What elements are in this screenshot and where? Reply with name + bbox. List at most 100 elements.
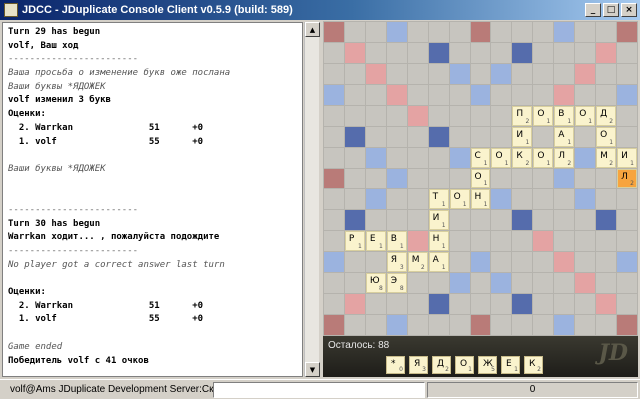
board-cell[interactable] (512, 42, 533, 63)
board-cell[interactable] (428, 63, 449, 84)
board-tile[interactable]: А1 (428, 252, 449, 273)
board-cell[interactable] (617, 294, 637, 315)
board-cell[interactable] (407, 273, 428, 294)
board-tile[interactable]: О1 (449, 189, 470, 210)
board-cell[interactable] (596, 189, 617, 210)
board-cell[interactable] (344, 22, 365, 42)
rack-tile[interactable]: О1 (455, 356, 474, 374)
board-cell[interactable] (344, 294, 365, 315)
board-tile[interactable]: Е1 (365, 231, 386, 252)
board-cell[interactable] (407, 189, 428, 210)
board-cell[interactable] (512, 168, 533, 189)
board-cell[interactable] (407, 294, 428, 315)
board-cell[interactable] (491, 273, 512, 294)
board-cell[interactable] (386, 189, 407, 210)
board-cell[interactable] (512, 189, 533, 210)
board-tile[interactable]: О1 (470, 168, 491, 189)
board-cell[interactable] (407, 105, 428, 126)
board-cell[interactable] (596, 84, 617, 105)
board-cell[interactable] (428, 315, 449, 335)
board-cell[interactable] (344, 63, 365, 84)
board-cell[interactable] (617, 126, 637, 147)
board-cell[interactable] (554, 22, 575, 42)
board-cell[interactable] (512, 84, 533, 105)
board-cell[interactable] (554, 168, 575, 189)
board-cell[interactable] (512, 63, 533, 84)
board-cell[interactable] (428, 105, 449, 126)
board-tile[interactable]: О1 (491, 147, 512, 168)
board-cell[interactable] (554, 315, 575, 335)
board-cell[interactable] (554, 273, 575, 294)
board-cell[interactable] (617, 231, 637, 252)
board-cell[interactable] (533, 294, 554, 315)
board-cell[interactable] (575, 294, 596, 315)
board-cell[interactable] (596, 168, 617, 189)
board-cell[interactable] (617, 273, 637, 294)
board-cell[interactable] (512, 210, 533, 231)
board-tile[interactable]: И1 (617, 147, 637, 168)
board-cell[interactable] (386, 294, 407, 315)
board-cell[interactable] (428, 22, 449, 42)
board-tile[interactable]: Я3 (386, 252, 407, 273)
board-cell[interactable] (449, 84, 470, 105)
board-cell[interactable] (575, 126, 596, 147)
board-cell[interactable] (407, 126, 428, 147)
board-tile[interactable]: О1 (575, 105, 596, 126)
board-cell[interactable] (386, 42, 407, 63)
board-cell[interactable] (617, 22, 637, 42)
board-cell[interactable] (596, 294, 617, 315)
board-cell[interactable] (575, 147, 596, 168)
board-cell[interactable] (533, 273, 554, 294)
board-cell[interactable] (470, 231, 491, 252)
board-cell[interactable] (324, 126, 344, 147)
board-cell[interactable] (617, 63, 637, 84)
board-cell[interactable] (386, 315, 407, 335)
board-cell[interactable] (491, 315, 512, 335)
rack-tile[interactable]: Ж5 (478, 356, 497, 374)
board-tile[interactable]: В1 (386, 231, 407, 252)
board-cell[interactable] (470, 315, 491, 335)
console-scrollbar[interactable]: ▲ ▼ (304, 22, 320, 377)
board-tile[interactable]: Д2 (596, 105, 617, 126)
board-cell[interactable] (470, 252, 491, 273)
board-tile[interactable]: С1 (470, 147, 491, 168)
board-cell[interactable] (491, 126, 512, 147)
board-tile[interactable]: Н1 (470, 189, 491, 210)
board-cell[interactable] (554, 210, 575, 231)
board-cell[interactable] (575, 22, 596, 42)
board-cell[interactable] (554, 63, 575, 84)
board-cell[interactable] (491, 22, 512, 42)
board-cell[interactable] (533, 126, 554, 147)
board-cell[interactable] (365, 294, 386, 315)
board-cell[interactable] (533, 168, 554, 189)
board-cell[interactable] (365, 63, 386, 84)
board-cell[interactable] (449, 315, 470, 335)
board-cell[interactable] (575, 168, 596, 189)
board-cell[interactable] (470, 273, 491, 294)
board-cell[interactable] (512, 22, 533, 42)
board-cell[interactable] (575, 63, 596, 84)
board-cell[interactable] (386, 105, 407, 126)
board-cell[interactable] (344, 84, 365, 105)
board-tile[interactable]: М2 (407, 252, 428, 273)
board-cell[interactable] (344, 147, 365, 168)
board-cell[interactable] (407, 147, 428, 168)
board-cell[interactable] (365, 22, 386, 42)
board-cell[interactable] (449, 105, 470, 126)
board-cell[interactable] (596, 63, 617, 84)
board-cell[interactable] (554, 252, 575, 273)
board-cell[interactable] (428, 42, 449, 63)
status-input-field[interactable] (213, 382, 425, 398)
board-cell[interactable] (470, 294, 491, 315)
board-cell[interactable] (470, 22, 491, 42)
board-cell[interactable] (533, 63, 554, 84)
board-cell[interactable] (386, 84, 407, 105)
board-cell[interactable] (407, 84, 428, 105)
board-cell[interactable] (324, 105, 344, 126)
board-cell[interactable] (491, 84, 512, 105)
board-cell[interactable] (449, 126, 470, 147)
board-cell[interactable] (324, 294, 344, 315)
board-cell[interactable] (407, 315, 428, 335)
board-tile[interactable]: И1 (512, 126, 533, 147)
board-cell[interactable] (407, 210, 428, 231)
